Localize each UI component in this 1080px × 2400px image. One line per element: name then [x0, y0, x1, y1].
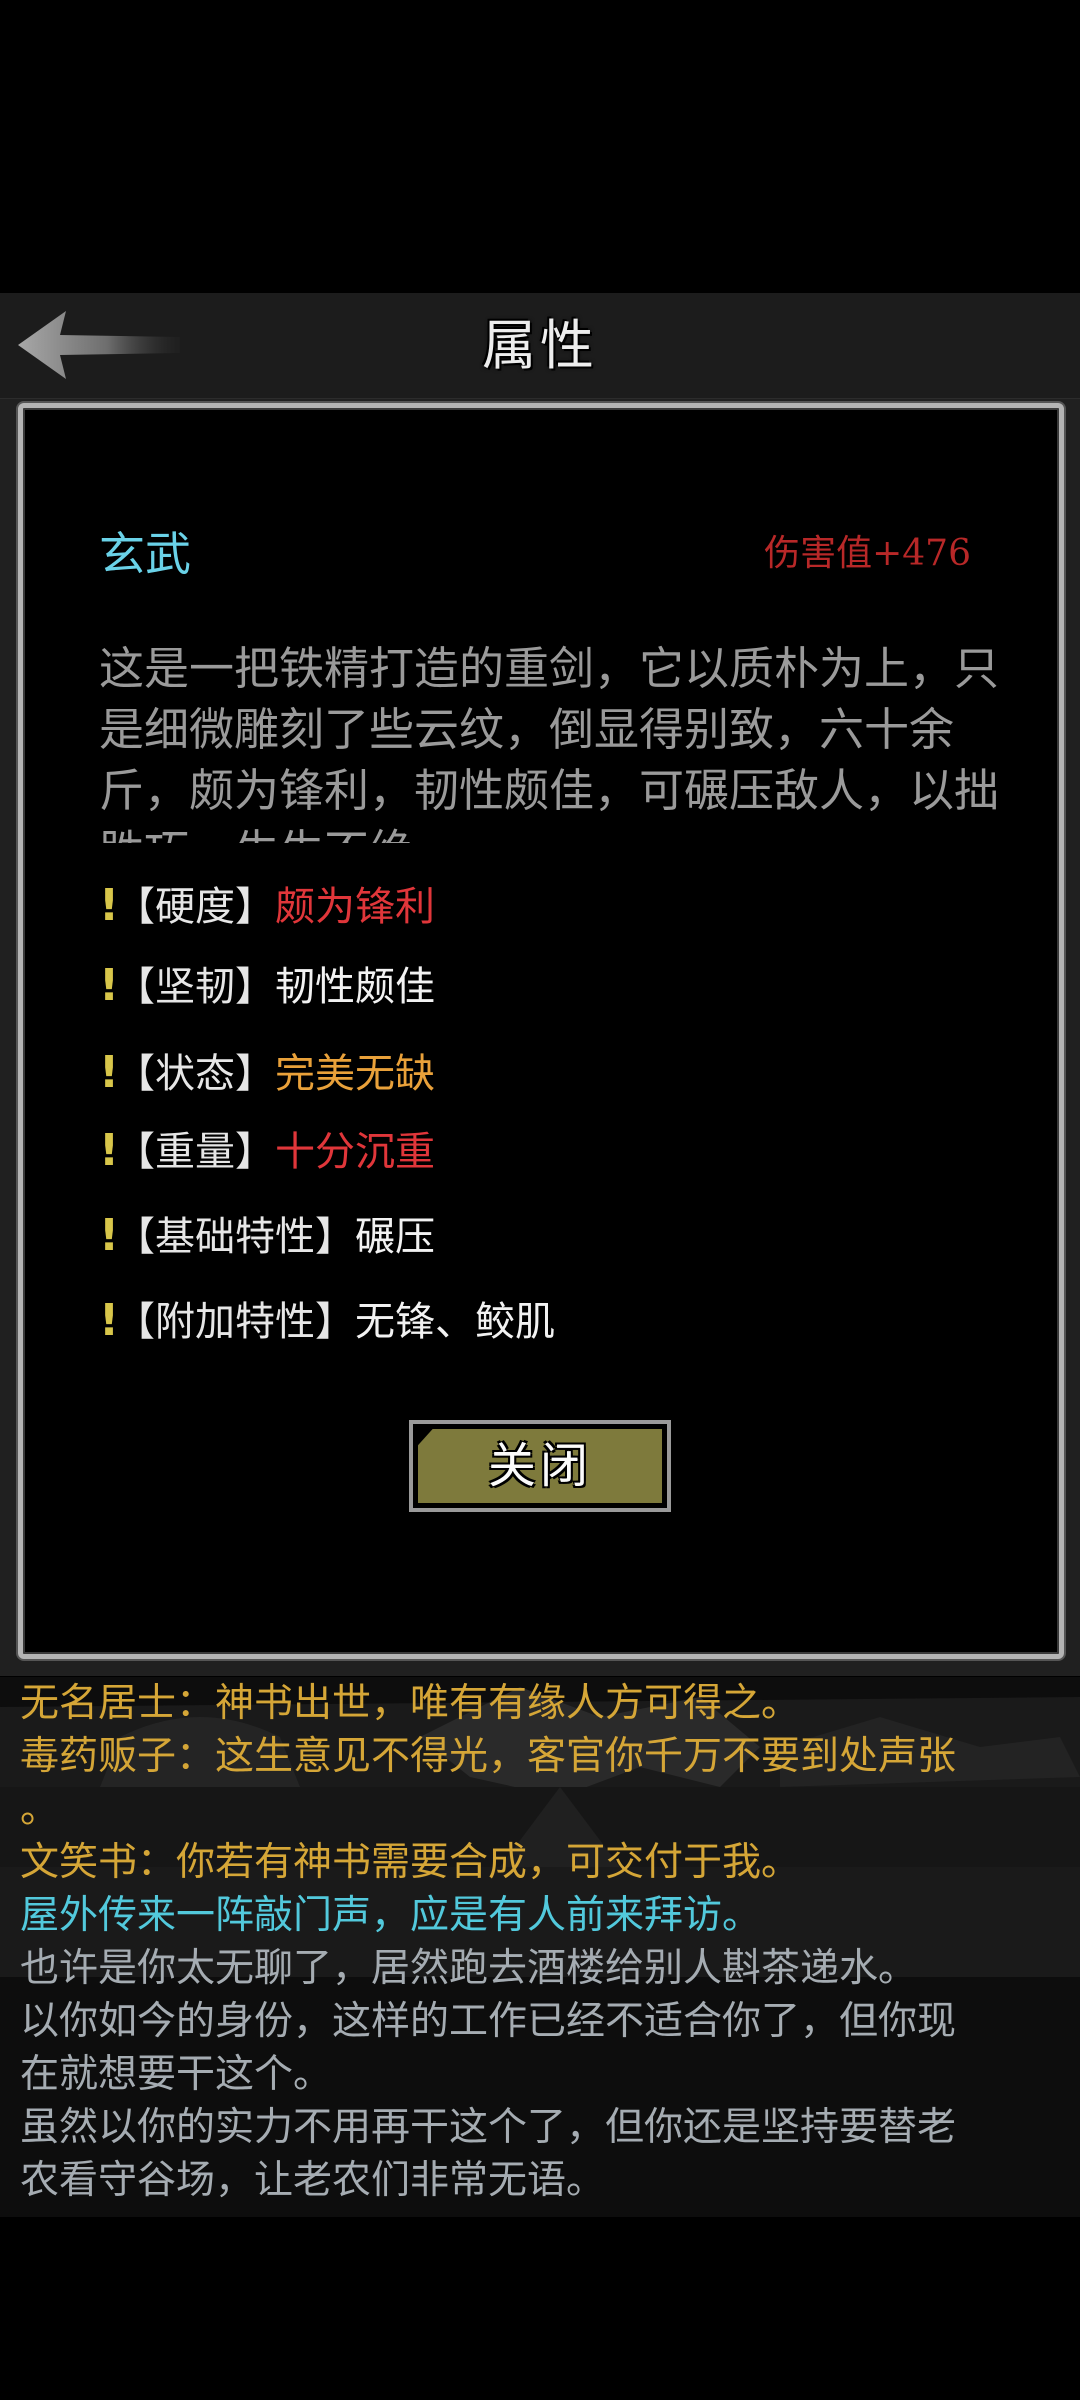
attribute-row-weight: !【重量】十分沉重: [99, 1121, 435, 1181]
attribute-label: 【状态】: [115, 1051, 275, 1097]
item-description: 这是一把铁精打造的重剑，它以质朴为上，只是细微雕刻了些云纹，倒显得别致，六十余斤…: [99, 642, 1000, 843]
log-lines: 无名居士：神书出世，唯有有缘人方可得之。 毒药贩子：这生意见不得光，客官你千万不…: [20, 1677, 1060, 2207]
log-line: 虽然以你的实力不用再干这个了，但你还是坚持要替老: [20, 2105, 957, 2150]
log-line: 农看守谷场，让老农们非常无语。: [20, 2158, 606, 2203]
attribute-label: 【附加特性】: [115, 1299, 355, 1345]
attribute-label: 【硬度】: [115, 884, 275, 930]
log-line: 。: [20, 1787, 60, 1832]
attribute-value: 颇为锋利: [275, 884, 435, 930]
attribute-label: 【坚韧】: [115, 964, 275, 1010]
page-title: 属性: [482, 314, 598, 377]
description-scroll-area[interactable]: 这是一把铁精打造的重剑，它以质朴为上，只是细微雕刻了些云纹，倒显得别致，六十余斤…: [99, 638, 1019, 843]
message-log[interactable]: 无名居士：神书出世，唯有有缘人方可得之。 毒药贩子：这生意见不得光，客官你千万不…: [0, 1677, 1080, 2217]
log-line: 毒药贩子：这生意见不得光，客官你千万不要到处声张: [20, 1734, 957, 1779]
attribute-row-hardness: !【硬度】颇为锋利: [99, 876, 435, 936]
attribute-value: 十分沉重: [275, 1129, 435, 1175]
attribute-row-toughness: !【坚韧】韧性颇佳: [99, 956, 435, 1016]
exclamation-icon: !: [99, 1210, 120, 1261]
attribute-value: 碾压: [355, 1214, 435, 1260]
attribute-value: 韧性颇佳: [275, 964, 435, 1010]
exclamation-icon: !: [99, 1125, 120, 1176]
close-button-label: 关闭: [418, 1429, 662, 1503]
log-line: 屋外传来一阵敲门声，应是有人前来拜访。: [20, 1893, 762, 1938]
log-line: 以你如今的身份，这样的工作已经不适合你了，但你现: [20, 1999, 957, 2044]
exclamation-icon: !: [99, 1295, 120, 1346]
attribute-row-extra-trait: !【附加特性】无锋、鲛肌: [99, 1291, 555, 1351]
item-name: 玄武: [99, 527, 191, 581]
exclamation-icon: !: [99, 1047, 120, 1098]
log-line: 文笑书：你若有神书需要合成，可交付于我。: [20, 1840, 801, 1885]
attribute-row-condition: !【状态】完美无缺: [99, 1043, 435, 1103]
close-button[interactable]: 关闭: [409, 1420, 671, 1512]
damage-value: 伤害值+476: [764, 533, 971, 574]
log-line: 无名居士：神书出世，唯有有缘人方可得之。: [20, 1681, 801, 1726]
attribute-value: 无锋、鲛肌: [355, 1299, 555, 1345]
header-bar: 属性: [0, 293, 1080, 399]
exclamation-icon: !: [99, 960, 120, 1011]
log-line: 在就想要干这个。: [20, 2052, 333, 2097]
attribute-value: 完美无缺: [275, 1051, 435, 1097]
log-line: 也许是你太无聊了，居然跑去酒楼给别人斟茶递水。: [20, 1946, 918, 1991]
attribute-row-base-trait: !【基础特性】碾压: [99, 1206, 435, 1266]
exclamation-icon: !: [99, 880, 120, 931]
attribute-label: 【重量】: [115, 1129, 275, 1175]
attribute-label: 【基础特性】: [115, 1214, 355, 1260]
attribute-dialog: 玄武 伤害值+476 这是一把铁精打造的重剑，它以质朴为上，只是细微雕刻了些云纹…: [18, 403, 1064, 1659]
